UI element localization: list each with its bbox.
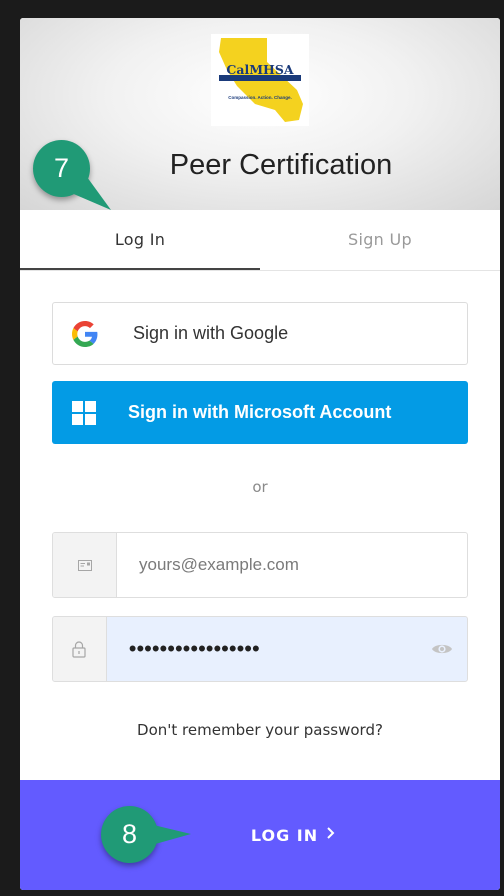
password-field	[52, 616, 468, 682]
eye-icon[interactable]	[417, 617, 467, 681]
password-input[interactable]	[106, 617, 417, 681]
forgot-password-link[interactable]: Don't remember your password?	[20, 721, 500, 739]
callout-tail	[141, 822, 191, 848]
tab-sign-up[interactable]: Sign Up	[260, 210, 500, 270]
email-input[interactable]	[117, 533, 467, 597]
google-signin-button[interactable]: Sign in with Google	[52, 302, 468, 365]
email-field	[52, 532, 468, 598]
chevron-right-icon	[326, 826, 335, 845]
login-card: CalMHSA Compassion. Action. Change. Peer…	[20, 18, 500, 890]
callout-badge-7: 7	[33, 140, 111, 210]
google-g-icon	[53, 302, 117, 365]
callout-number: 8	[121, 819, 138, 849]
callout-number: 7	[53, 153, 70, 183]
callout-tail	[61, 162, 111, 210]
microsoft-signin-label: Sign in with Microsoft Account	[128, 402, 392, 422]
login-submit-label: LOG IN	[250, 825, 319, 845]
google-signin-label: Sign in with Google	[133, 323, 289, 343]
microsoft-windows-icon	[52, 381, 116, 444]
logo-tagline: Compassion. Action. Change.	[228, 95, 292, 100]
logo-name: CalMHSA	[226, 62, 294, 77]
calmhsa-logo: CalMHSA Compassion. Action. Change.	[211, 34, 309, 126]
auth-tabs: Log In Sign Up	[20, 210, 500, 271]
or-divider: or	[252, 478, 268, 496]
envelope-icon	[53, 533, 117, 597]
lock-icon	[53, 617, 107, 681]
microsoft-signin-button[interactable]: Sign in with Microsoft Account	[52, 381, 468, 444]
tab-log-in[interactable]: Log In	[20, 210, 260, 270]
login-submit-button[interactable]: LOG IN	[20, 780, 500, 890]
callout-badge-8: 8	[101, 806, 191, 863]
